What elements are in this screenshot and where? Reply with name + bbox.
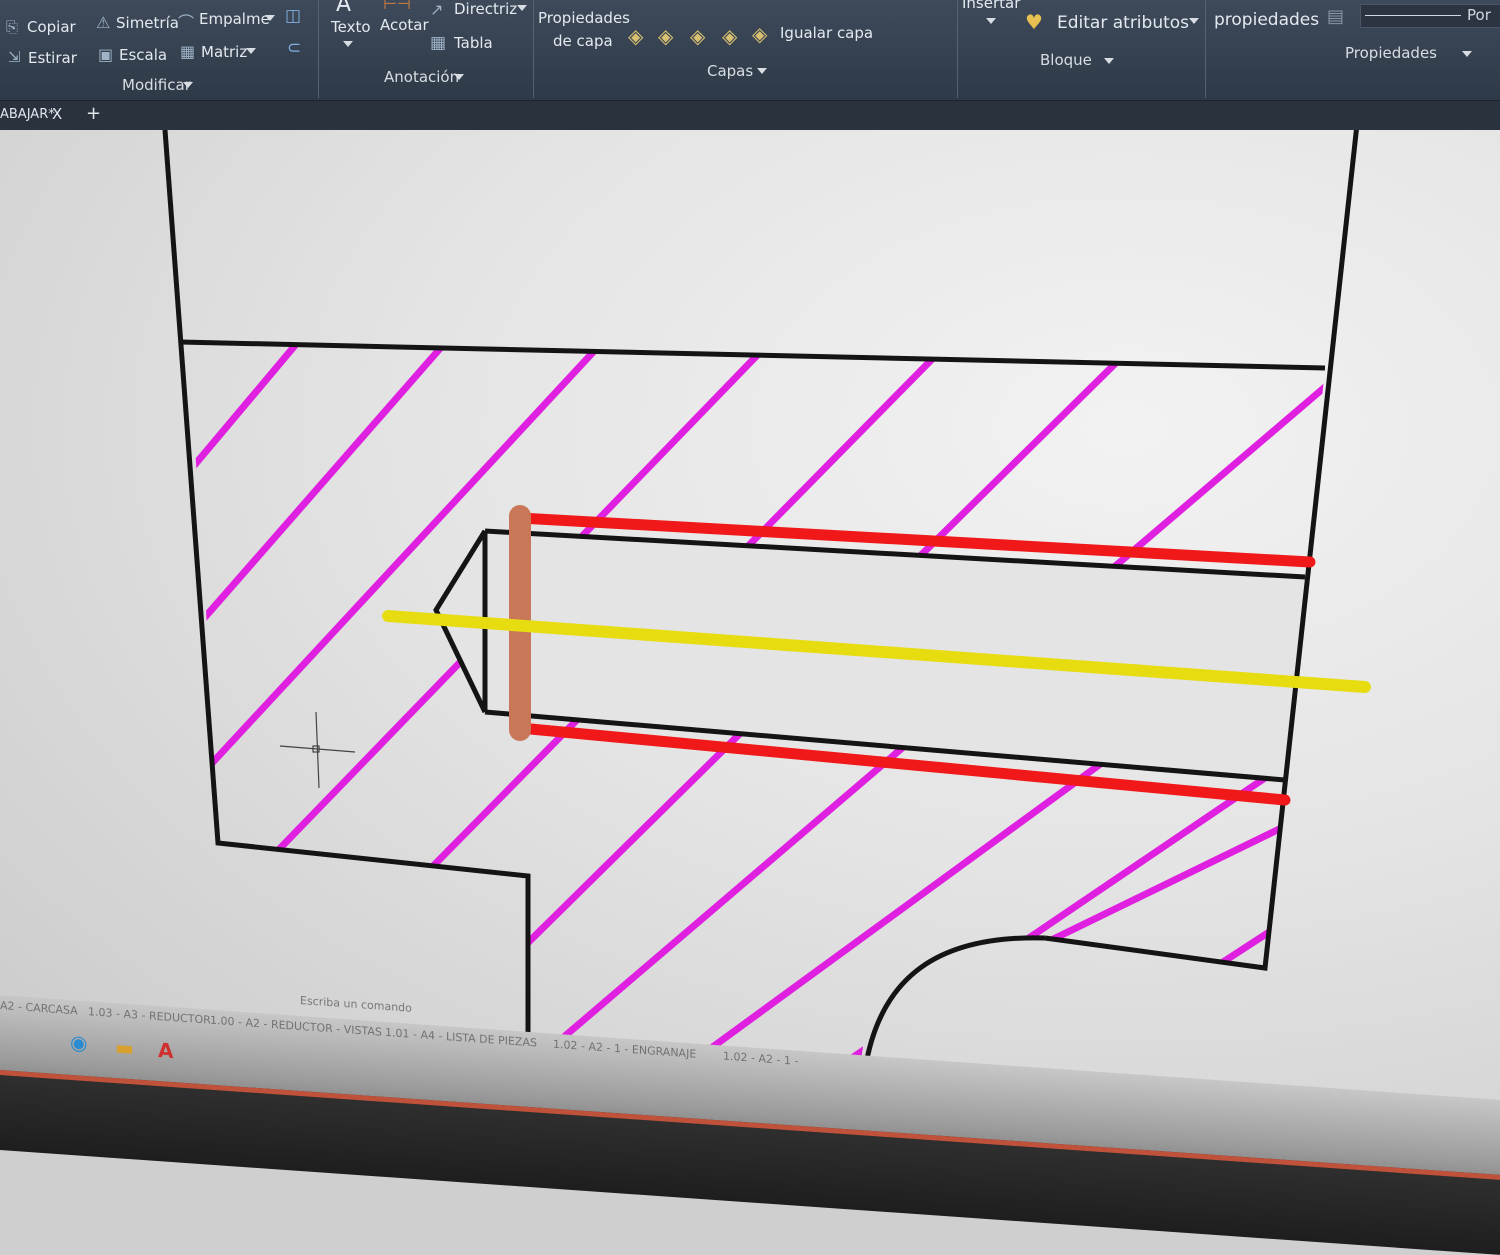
insert-button[interactable]: Insertar <box>962 0 1020 12</box>
ribbon: ⎘ Copiar ⇲ Estirar ⚠ Simetría ▣ Escala ⌒… <box>0 0 1500 100</box>
drawing-canvas[interactable] <box>0 130 1500 1125</box>
text-icon: A <box>336 0 352 17</box>
file-tab-label[interactable]: ABAJAR* <box>0 107 55 122</box>
table-icon: ▦ <box>430 33 447 53</box>
layout-tab[interactable]: 1.03 - A3 - REDUCTOR <box>88 1005 211 1027</box>
leader-dropdown[interactable] <box>517 5 527 11</box>
layer-icon[interactable]: ◈ <box>628 24 643 48</box>
autocad-icon[interactable]: A <box>158 1038 173 1063</box>
panel-anotacion[interactable]: Anotación <box>384 68 459 86</box>
table-button[interactable]: Tabla <box>454 34 493 52</box>
insert-dropdown[interactable] <box>986 18 996 24</box>
array-icon: ▦ <box>180 42 196 61</box>
file-explorer-icon[interactable]: ▬ <box>115 1035 134 1060</box>
panel-propiedades[interactable]: Propiedades <box>1345 44 1437 62</box>
leader-icon: ↗ <box>430 0 444 19</box>
layer-properties-button-line2[interactable]: de capa <box>553 32 613 50</box>
match-layer-icon: ◈ <box>752 22 768 46</box>
list-icon: ▤ <box>1327 6 1345 27</box>
layout-tab[interactable]: A2 - CARCASA <box>0 999 78 1017</box>
panel-modificar-caret[interactable] <box>183 82 193 88</box>
drawing-area[interactable] <box>0 130 1500 1125</box>
text-button[interactable]: Texto <box>331 18 371 36</box>
panel-capas-caret[interactable] <box>757 68 767 74</box>
panel-anotacion-caret[interactable] <box>454 74 464 80</box>
separator <box>318 0 319 98</box>
layout-tab[interactable]: 1.02 - A2 - 1 - <box>723 1050 798 1068</box>
separator <box>533 0 534 98</box>
edit-attributes-icon: ♥ <box>1025 10 1043 34</box>
edit-attributes-button[interactable]: Editar atributos <box>1057 13 1189 33</box>
hatch-line <box>1176 856 1325 994</box>
dimension-icon: ⊢⊣ <box>383 0 411 13</box>
separator <box>1205 0 1206 98</box>
text-dropdown[interactable] <box>343 41 353 47</box>
layer-icon[interactable]: ◈ <box>658 24 673 48</box>
fillet-button[interactable]: Empalme <box>199 10 270 28</box>
match-layer-button[interactable]: Igualar capa <box>780 24 873 42</box>
crosshair-cursor <box>279 711 356 789</box>
edit-attributes-dropdown[interactable] <box>1189 18 1199 24</box>
scale-button[interactable]: Escala <box>119 46 167 64</box>
panel-modificar[interactable]: Modificar <box>122 76 191 94</box>
panel-bloque[interactable]: Bloque <box>1040 51 1092 69</box>
mirror-button[interactable]: Simetría <box>116 14 179 32</box>
panel-propiedades-caret[interactable] <box>1462 51 1472 57</box>
outline-arc <box>862 935 1046 1071</box>
panel-capas[interactable]: Capas <box>707 62 753 80</box>
scale-icon: ▣ <box>98 45 114 64</box>
stretch-icon: ⇲ <box>8 48 21 66</box>
array-dropdown[interactable] <box>246 48 256 54</box>
array-button[interactable]: Matriz <box>201 43 247 61</box>
edge-browser-icon[interactable]: ◉ <box>70 1030 87 1055</box>
fillet-dropdown[interactable] <box>265 15 275 21</box>
layer-icon[interactable]: ◈ <box>690 24 705 48</box>
layer-properties-button[interactable]: Propiedades <box>538 9 630 27</box>
dimension-button[interactable]: Acotar <box>380 16 429 34</box>
new-tab-icon[interactable]: + <box>86 103 101 124</box>
explode-icon: ⊂ <box>287 38 302 58</box>
layer-icon[interactable]: ◈ <box>722 24 737 48</box>
mirror-icon: ⚠ <box>96 13 111 32</box>
linetype-dropdown[interactable]: Por <box>1360 4 1500 28</box>
leader-button[interactable]: Directriz <box>454 0 517 18</box>
copy-icon: ⎘ <box>6 18 19 36</box>
copy-button[interactable]: Copiar <box>27 18 76 36</box>
offset-icon: ◫ <box>285 6 302 26</box>
file-tab-bar: ABAJAR* X + <box>0 100 1500 131</box>
close-tab-icon[interactable]: X <box>52 105 62 123</box>
match-properties-button[interactable]: propiedades <box>1214 10 1319 30</box>
stretch-button[interactable]: Estirar <box>28 49 77 67</box>
linetype-preview <box>1365 15 1461 16</box>
panel-bloque-caret[interactable] <box>1104 58 1114 64</box>
fillet-icon: ⌒ <box>178 13 195 32</box>
linetype-value: Por <box>1467 6 1491 24</box>
separator <box>957 0 958 98</box>
